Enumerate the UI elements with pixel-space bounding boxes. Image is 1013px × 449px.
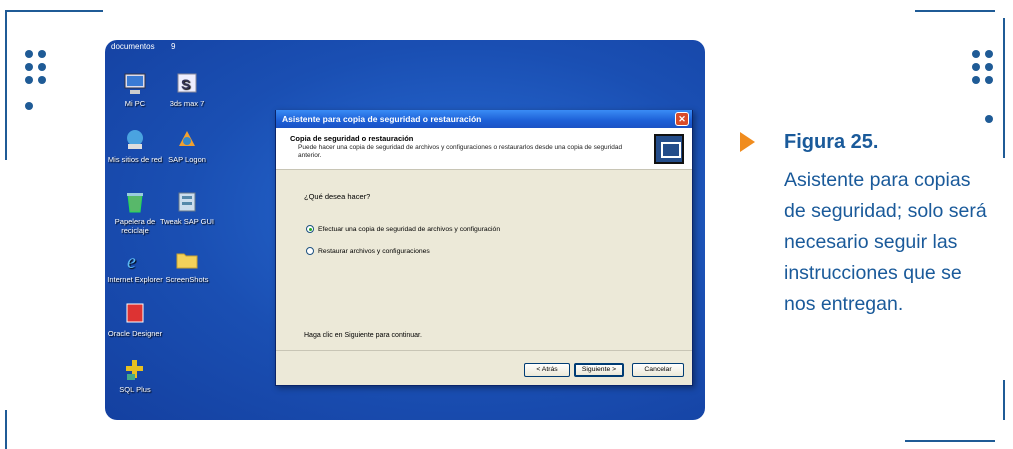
desktop-icon-label: Mis sitios de red (107, 155, 163, 164)
desktop-screenshot: documentos 9 Mi PC Mis sitios de red Pap… (105, 40, 705, 420)
dialog-titlebar: Asistente para copia de seguridad o rest… (276, 110, 692, 128)
desktop-icon-sql-plus[interactable]: SQL Plus (107, 358, 163, 394)
desktop-icon-label: Oracle Designer (107, 329, 163, 338)
dialog-header-title: Copia de seguridad o restauración (290, 134, 414, 143)
desktop-top-label: documentos (111, 42, 155, 51)
radio-restore-option[interactable]: Restaurar archivos y configuraciones (306, 247, 430, 255)
close-icon[interactable]: ✕ (675, 112, 689, 126)
decor-dots-left (25, 50, 46, 84)
cancel-button[interactable]: Cancelar (632, 363, 684, 377)
decor-dot-right (985, 115, 993, 123)
dialog-question: ¿Qué desea hacer? (304, 192, 371, 201)
desktop-icon-network[interactable]: Mis sitios de red (107, 128, 163, 164)
desktop-icon-label: Papelera de reciclaje (114, 217, 156, 235)
frame-right-bottom-line (1003, 380, 1005, 420)
frame-left-top-line (5, 10, 7, 160)
frame-right-top-line (1003, 18, 1005, 158)
dialog-separator (276, 350, 692, 351)
svg-text:S: S (181, 76, 190, 92)
desktop-icon-label: SAP Logon (168, 155, 206, 164)
radio-button-selected[interactable] (306, 225, 314, 233)
desktop-icon-oracle-designer[interactable]: Oracle Designer (107, 302, 163, 338)
desktop-icon-label: Mi PC (124, 99, 146, 108)
figure-caption-title: Figura 25. (784, 131, 879, 153)
desktop-icon-screenshots[interactable]: ScreenShots (159, 248, 215, 284)
sql-plus-icon (126, 360, 143, 380)
frame-bottom-right-line (905, 440, 995, 442)
caption-arrow-icon (740, 132, 755, 152)
desktop-icon-label: Internet Explorer (107, 275, 163, 284)
desktop-top-count: 9 (171, 42, 176, 51)
radio-label[interactable]: Restaurar archivos y configuraciones (318, 248, 430, 255)
computer-icon (124, 73, 146, 94)
frame-left-bottom-line (5, 410, 7, 449)
desktop-icon-label: Tweak SAP GUI (159, 217, 215, 226)
desktop-icon-3ds-max[interactable]: S 3ds max 7 (159, 72, 215, 108)
internet-explorer-icon: e (127, 251, 136, 272)
dialog-title: Asistente para copia de seguridad o rest… (282, 114, 482, 124)
decor-dot-left (25, 102, 33, 110)
desktop-icon-label: ScreenShots (165, 275, 209, 284)
folder-icon (176, 253, 198, 269)
3ds-max-icon: S (177, 73, 197, 93)
desktop-icon-recycle-bin[interactable]: Papelera de reciclaje (107, 190, 163, 235)
backup-wizard-icon (654, 134, 684, 164)
desktop-icon-label: 3ds max 7 (169, 99, 205, 108)
desktop-icon-ie[interactable]: e Internet Explorer (107, 248, 163, 284)
radio-backup-option[interactable]: Efectuar una copia de seguridad de archi… (306, 225, 500, 233)
desktop-icon-sap-logon[interactable]: SAP Logon (159, 128, 215, 164)
recycle-bin-icon (127, 193, 143, 213)
desktop-icon-label: SQL Plus (119, 385, 151, 394)
svg-text:e: e (127, 251, 136, 272)
oracle-designer-icon (126, 303, 144, 323)
frame-top-right-line (915, 10, 995, 12)
dialog-header: Copia de seguridad o restauración Puede … (276, 128, 692, 170)
radio-button[interactable] (306, 247, 314, 255)
dialog-header-description: Puede hacer una copia de seguridad de ar… (298, 144, 623, 159)
decor-dots-right (972, 50, 993, 84)
frame-top-left-line (5, 10, 103, 12)
backup-wizard-dialog: Asistente para copia de seguridad o rest… (275, 110, 693, 386)
next-button[interactable]: Siguiente > (574, 363, 624, 377)
desktop-icon-my-pc[interactable]: Mi PC (107, 72, 163, 108)
desktop-icon-tweak-sap-gui[interactable]: Tweak SAP GUI (159, 190, 215, 226)
dialog-hint: Haga clic en Siguiente para continuar. (304, 332, 422, 339)
radio-label[interactable]: Efectuar una copia de seguridad de archi… (318, 226, 500, 233)
back-button[interactable]: < Atrás (524, 363, 570, 377)
tweak-sap-gui-icon (178, 192, 196, 212)
sap-logon-icon (179, 131, 195, 146)
network-icon (127, 130, 143, 149)
figure-caption-body: Asistente para copias de seguridad; solo… (784, 169, 987, 315)
